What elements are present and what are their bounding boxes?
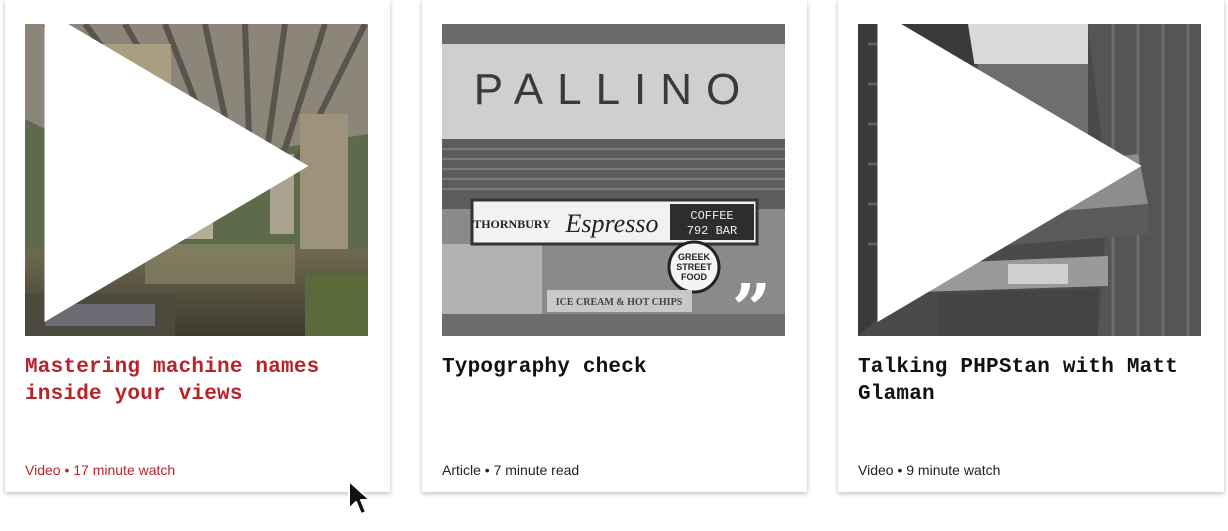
content-card-mastering-machine-names[interactable]: Mastering machine names inside your view…	[5, 0, 390, 492]
mouse-pointer-icon	[348, 480, 371, 515]
content-card-talking-phpstan[interactable]: Talking PHPStan with Matt Glaman Video •…	[838, 0, 1224, 492]
meta-separator: •	[897, 462, 903, 478]
card-meta: Article • 7 minute read	[442, 462, 579, 478]
meta-separator: •	[64, 462, 70, 478]
content-duration: 17 minute watch	[73, 462, 176, 478]
content-duration: 9 minute watch	[906, 462, 1001, 478]
round-sign-mid: STREET	[676, 262, 712, 272]
quote-icon: ”	[731, 270, 771, 336]
card-thumbnail-bridge-underpass[interactable]	[25, 24, 368, 336]
content-type: Video	[25, 462, 61, 478]
play-icon	[877, 24, 1142, 322]
card-thumbnail-concrete-walkways[interactable]	[858, 24, 1201, 336]
card-title[interactable]: Typography check	[442, 354, 787, 381]
card-meta: Video • 9 minute watch	[858, 462, 1000, 478]
marquee-text: PALLINO	[474, 65, 755, 114]
sign-right-bottom-text: 792 BAR	[687, 224, 737, 238]
card-thumbnail-street-signs[interactable]: PALLINO THORNBURY Espresso COFFEE 792 BA…	[442, 24, 785, 336]
sign-left-text: THORNBURY	[473, 217, 551, 231]
play-icon	[44, 24, 309, 322]
round-sign-bottom: FOOD	[681, 272, 707, 282]
content-card-typography-check[interactable]: PALLINO THORNBURY Espresso COFFEE 792 BA…	[422, 0, 807, 492]
content-type: Article	[442, 462, 481, 478]
card-meta: Video • 17 minute watch	[25, 462, 175, 478]
lower-sign-text: ICE CREAM & HOT CHIPS	[556, 297, 683, 308]
meta-separator: •	[484, 462, 490, 478]
sign-right-top-text: COFFEE	[690, 209, 733, 223]
content-type: Video	[858, 462, 894, 478]
content-duration: 7 minute read	[493, 462, 580, 478]
card-title[interactable]: Mastering machine names inside your view…	[25, 354, 370, 408]
round-sign-top: GREEK	[678, 252, 711, 262]
sign-script-text: Espresso	[565, 209, 659, 238]
card-title[interactable]: Talking PHPStan with Matt Glaman	[858, 354, 1203, 408]
